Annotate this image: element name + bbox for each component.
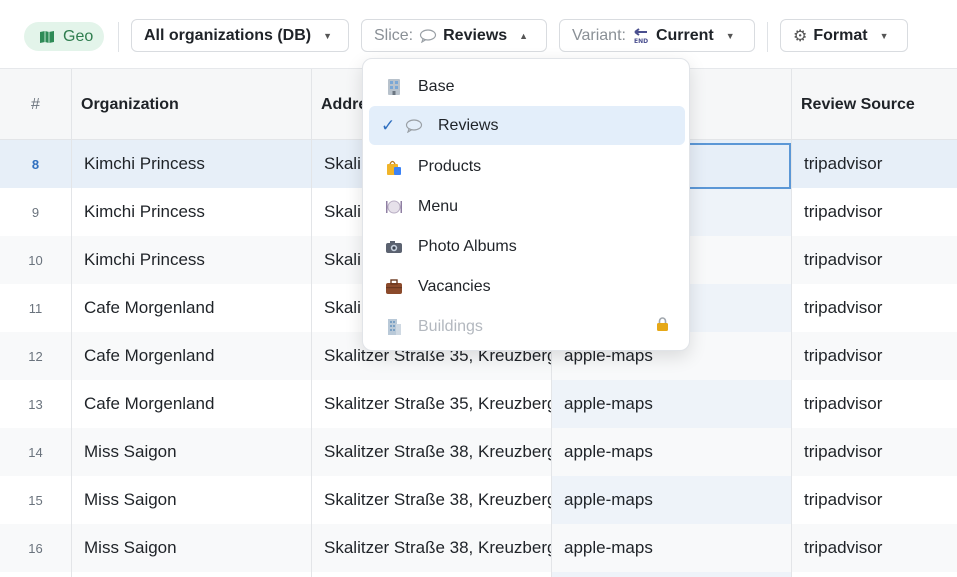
checkmark-icon: ✓: [381, 115, 396, 135]
cell-review-source[interactable]: tripadvisor: [804, 380, 954, 428]
row-number[interactable]: 13: [0, 380, 71, 428]
speech-bubble-icon: [419, 28, 437, 43]
cell-address[interactable]: Skalitzer Straße 38, Kreuzberg: [324, 524, 551, 572]
cell-review-source[interactable]: tripadvisor: [804, 332, 954, 380]
geo-label: Geo: [63, 27, 94, 45]
column-header-review-source[interactable]: Review Source: [801, 69, 915, 140]
organization-select-value: All organizations (DB): [144, 26, 312, 44]
cell-organization[interactable]: Cafe Morgenland: [84, 380, 308, 428]
column-header-index[interactable]: #: [0, 69, 71, 140]
row-number[interactable]: 11: [0, 284, 71, 332]
cell-review-source[interactable]: tripadvisor: [804, 428, 954, 476]
geo-badge[interactable]: Geo: [24, 22, 104, 51]
cell-review-source[interactable]: tripadvisor: [804, 236, 954, 284]
slice-dropdown-menu: Base ✓ Reviews Products Menu Photo Album…: [362, 58, 690, 351]
menu-item-label: Vacancies: [418, 277, 491, 295]
cell-organization[interactable]: Kimchi Princess: [84, 140, 308, 188]
cell-review-source[interactable]: tripadvisor: [804, 284, 954, 332]
cell-review-source[interactable]: tripadvisor: [804, 524, 954, 572]
building-icon: [385, 78, 403, 96]
cell-organization[interactable]: Miss Saigon: [84, 524, 308, 572]
cell-review-source[interactable]: tripadvisor: [804, 140, 954, 188]
menu-item-label: Products: [418, 157, 482, 175]
slice-select[interactable]: Slice: Reviews ▲: [361, 19, 547, 52]
cell-organization[interactable]: Miss Saigon: [84, 476, 308, 524]
menu-item-label: Photo Albums: [418, 237, 517, 255]
camera-icon: [385, 238, 403, 256]
briefcase-icon: [385, 278, 403, 296]
column-header-address[interactable]: Addre: [321, 69, 367, 140]
chevron-up-icon: ▲: [519, 30, 529, 41]
row-number[interactable]: 16: [0, 524, 71, 572]
speech-bubble-icon: [405, 117, 423, 135]
format-label: Format: [813, 26, 868, 44]
menu-item-label: Reviews: [438, 116, 499, 134]
column-divider: [311, 69, 312, 577]
cell-organization[interactable]: Cafe Morgenland: [84, 284, 308, 332]
row-number[interactable]: 14: [0, 428, 71, 476]
slice-prefix: Slice:: [374, 26, 414, 44]
map-book-icon: [40, 30, 54, 43]
variant-value: Current: [655, 26, 714, 44]
table-row[interactable]: 16 Miss Saigon Skalitzer Straße 38, Kreuzb…: [0, 524, 957, 572]
cell-source[interactable]: apple-maps: [564, 380, 788, 428]
menu-item-label: Base: [418, 77, 455, 95]
variant-select[interactable]: Variant: END Current ▼: [559, 19, 755, 52]
office-building-icon: [385, 318, 403, 336]
cell-source[interactable]: apple-maps: [564, 524, 788, 572]
chevron-down-icon: ▼: [323, 30, 333, 41]
gear-icon: ⚙: [793, 27, 808, 45]
svg-text:END: END: [634, 38, 648, 44]
format-button[interactable]: ⚙ Format ▼: [780, 19, 908, 52]
cell-address[interactable]: Skalitzer Straße 38, Kreuzberg: [324, 476, 551, 524]
cell-review-source[interactable]: tripadvisor: [804, 476, 954, 524]
menu-item-base[interactable]: Base: [369, 67, 685, 106]
menu-item-vacancies[interactable]: Vacancies: [369, 267, 685, 306]
cell-source[interactable]: apple-maps: [564, 476, 788, 524]
table-row[interactable]: 13 Cafe Morgenland Skalitzer Straße 35, Kr…: [0, 380, 957, 428]
toolbar-divider: [118, 22, 119, 52]
menu-item-menu[interactable]: Menu: [369, 187, 685, 226]
plate-icon: [385, 198, 403, 216]
menu-item-products[interactable]: Products: [369, 147, 685, 186]
cell-organization[interactable]: Cafe Morgenland: [84, 332, 308, 380]
row-number[interactable]: 10: [0, 236, 71, 284]
cell-address[interactable]: Skalitzer Straße 35, Kreuzberg: [324, 380, 551, 428]
cell-organization[interactable]: Kimchi Princess: [84, 188, 308, 236]
cell-address[interactable]: Skalitzer Straße 38, Kreuzberg: [324, 428, 551, 476]
organization-select[interactable]: All organizations (DB) ▼: [131, 19, 349, 52]
menu-item-label: Buildings: [418, 317, 483, 335]
column-divider: [71, 69, 72, 577]
menu-item-reviews[interactable]: ✓ Reviews: [369, 106, 685, 145]
row-number[interactable]: 8: [0, 140, 71, 188]
cell-source[interactable]: apple-maps: [564, 428, 788, 476]
end-arrow-icon: END: [632, 27, 650, 44]
chevron-down-icon: ▼: [879, 30, 889, 41]
menu-item-buildings: Buildings: [369, 307, 685, 346]
lock-icon: [656, 316, 669, 337]
row-number[interactable]: 12: [0, 332, 71, 380]
cell-organization[interactable]: Miss Saigon: [84, 428, 308, 476]
column-divider: [791, 69, 792, 577]
menu-item-photo-albums[interactable]: Photo Albums: [369, 227, 685, 266]
toolbar-divider: [767, 22, 768, 52]
table-row[interactable]: 15 Miss Saigon Skalitzer Straße 38, Kreuzb…: [0, 476, 957, 524]
menu-item-label: Menu: [418, 197, 459, 215]
cell-organization[interactable]: Kimchi Princess: [84, 236, 308, 284]
table-row[interactable]: 14 Miss Saigon Skalitzer Straße 38, Kreuzb…: [0, 428, 957, 476]
cell-review-source[interactable]: tripadvisor: [804, 188, 954, 236]
row-number[interactable]: 15: [0, 476, 71, 524]
row-number[interactable]: 9: [0, 188, 71, 236]
variant-prefix: Variant:: [572, 26, 626, 44]
chevron-down-icon: ▼: [725, 30, 735, 41]
slice-value: Reviews: [443, 26, 508, 44]
shopping-bag-icon: [385, 158, 403, 176]
column-header-organization[interactable]: Organization: [81, 69, 179, 140]
